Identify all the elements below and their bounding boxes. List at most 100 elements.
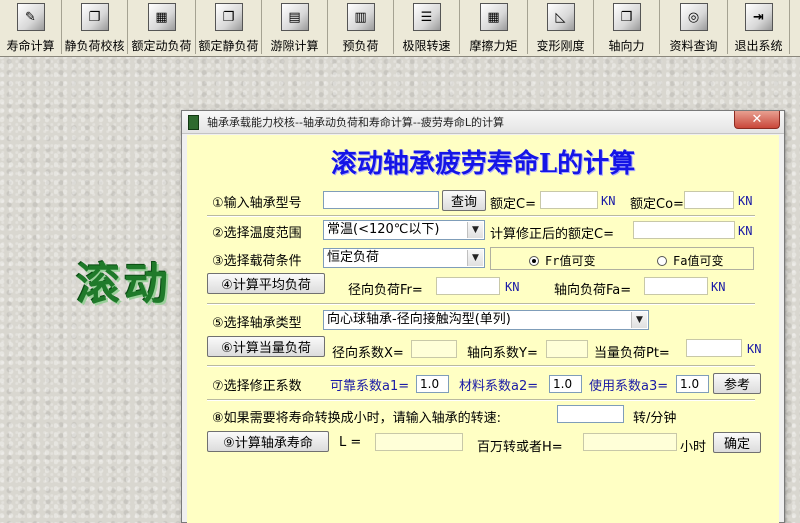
background-title: 滚动 <box>76 259 172 310</box>
exit-icon: ⇥ <box>744 3 773 31</box>
close-button[interactable]: ✕ <box>734 111 780 129</box>
radio-fr-label: Fr值可变 <box>545 254 596 268</box>
toolbar-button[interactable]: ◎ 资料查询 <box>660 0 728 54</box>
toolbar-button-label: 退出系统 <box>734 39 783 53</box>
life-l-label: L = <box>339 435 362 450</box>
rated-co-field[interactable] <box>684 191 734 209</box>
rated-c-label: 额定C= <box>490 197 536 212</box>
life-calculation-dialog: 轴承承载能力校核--轴承动负荷和寿命计算--疲劳寿命L的计算 ✕ 滚动轴承疲劳寿… <box>181 110 785 523</box>
toolbar-button-label: 游隙计算 <box>270 39 319 53</box>
ruler-icon: ◺ <box>546 3 575 31</box>
toolbar-button[interactable]: ❒ 轴向力 <box>594 0 660 54</box>
speed-unit: 转/分钟 <box>633 411 677 426</box>
toolbar-button[interactable]: ▦ 摩擦力矩 <box>460 0 528 54</box>
calc-average-load-button[interactable]: ④计算平均负荷 <box>207 273 325 294</box>
equivalent-load-unit: KN <box>747 342 762 356</box>
radio-fr-variable[interactable]: Fr值可变 <box>529 252 595 269</box>
reliability-factor-label: 可靠系数a1= <box>330 379 410 394</box>
toolbar-button-label: 变形刚度 <box>536 39 585 53</box>
axial-factor-label: 轴向系数Y= <box>467 346 538 361</box>
app-icon <box>188 114 199 130</box>
radial-load-label: 径向负荷Fr= <box>348 283 423 298</box>
load-condition-selected: 恒定负荷 <box>327 250 380 265</box>
close-icon: ✕ <box>751 112 763 127</box>
radio-dot <box>657 255 667 266</box>
toolbar-button[interactable]: ❐ 额定静负荷 <box>196 0 262 54</box>
toolbar-button[interactable]: ◺ 变形刚度 <box>528 0 594 54</box>
toolbar-button-label: 额定静负荷 <box>198 39 259 53</box>
toolbar-button-label: 轴向力 <box>608 39 645 53</box>
life-l-field[interactable] <box>375 433 463 451</box>
chevron-down-icon: ▼ <box>467 250 483 266</box>
bearing-type-label: ⑤选择轴承类型 <box>212 316 302 331</box>
axial-load-unit: KN <box>711 280 726 294</box>
corrected-c-unit: KN <box>738 224 753 238</box>
usage-factor-label: 使用系数a3= <box>589 379 669 394</box>
grid-icon: ▦ <box>479 3 508 31</box>
reference-button[interactable]: 参考 <box>713 373 761 394</box>
radial-load-field[interactable] <box>436 277 500 295</box>
calc-equivalent-load-button[interactable]: ⑥计算当量负荷 <box>207 336 325 357</box>
life-h-label: 百万转或者H= <box>477 440 563 455</box>
rotation-speed-input[interactable] <box>557 405 624 423</box>
toolbar-button-label: 极限转速 <box>402 39 451 53</box>
list-icon: ☰ <box>412 3 441 31</box>
rated-co-unit: KN <box>738 194 753 208</box>
dialog-client-area: 滚动轴承疲劳寿命L的计算 ①输入轴承型号 查询 额定C= KN 额定Co= KN… <box>187 135 779 523</box>
document-icon: ▤ <box>280 3 309 31</box>
toolbar-button[interactable]: ☰ 极限转速 <box>394 0 460 54</box>
radio-fa-variable[interactable]: Fa值可变 <box>657 252 723 269</box>
rated-co-label: 额定Co= <box>630 197 684 212</box>
axial-load-field[interactable] <box>644 277 708 295</box>
axial-factor-field[interactable] <box>546 340 588 358</box>
radial-factor-label: 径向系数X= <box>332 346 404 361</box>
window-icon: ❒ <box>612 3 641 31</box>
chevron-down-icon: ▼ <box>631 312 647 328</box>
material-factor-label: 材料系数a2= <box>459 379 539 394</box>
edit-icon: ✎ <box>16 3 45 31</box>
grid-icon: ▥ <box>346 3 375 31</box>
life-h-field[interactable] <box>583 433 677 451</box>
equivalent-load-label: 当量负荷Pt= <box>594 346 670 361</box>
rated-c-field[interactable] <box>540 191 598 209</box>
reliability-factor-field[interactable]: 1.0 <box>416 375 449 393</box>
toolbar-button[interactable]: ⇥ 退出系统 <box>728 0 790 54</box>
dialog-titlebar[interactable]: 轴承承载能力校核--轴承动负荷和寿命计算--疲劳寿命L的计算 ✕ <box>182 111 784 134</box>
bearing-type-selected: 向心球轴承-径向接触沟型(单列) <box>327 312 511 327</box>
temperature-selected: 常温(<120℃以下) <box>327 222 440 237</box>
divider <box>207 215 755 217</box>
speed-prompt-label: ⑧如果需要将寿命转换成小时，请输入轴承的转速: <box>212 411 502 426</box>
usage-factor-field[interactable]: 1.0 <box>676 375 709 393</box>
divider <box>207 399 755 401</box>
query-button[interactable]: 查询 <box>442 190 486 211</box>
load-condition-select[interactable]: 恒定负荷 ▼ <box>323 248 485 268</box>
material-factor-field[interactable]: 1.0 <box>549 375 582 393</box>
toolbar-button[interactable]: ▤ 游隙计算 <box>262 0 328 54</box>
rated-c-unit: KN <box>601 194 616 208</box>
radial-load-unit: KN <box>505 280 520 294</box>
bearing-model-label: ①输入轴承型号 <box>212 196 302 211</box>
radio-fa-label: Fa值可变 <box>673 254 724 268</box>
toolbar-button[interactable]: ❐ 静负荷校核 <box>62 0 128 54</box>
temperature-select[interactable]: 常温(<120℃以下) ▼ <box>323 220 485 240</box>
corrected-c-field[interactable] <box>633 221 735 239</box>
toolbar-button[interactable]: ✎ 寿命计算 <box>0 0 62 54</box>
hours-unit: 小时 <box>680 440 707 455</box>
main-toolbar: ✎ 寿命计算 ❐ 静负荷校核 ▦ 额定动负荷 ❐ 额定静负荷 ▤ 游隙计算 ▥ 预负荷 ☰ 极限转速 ▦ 摩擦… <box>0 0 800 57</box>
toolbar-button-label: 额定动负荷 <box>131 39 192 53</box>
confirm-button[interactable]: 确定 <box>713 432 761 453</box>
toolbar-button[interactable]: ▥ 预负荷 <box>328 0 394 54</box>
radial-factor-field[interactable] <box>411 340 457 358</box>
copy-icon: ❐ <box>214 3 243 31</box>
calculator-icon: ▦ <box>147 3 176 31</box>
toolbar-button[interactable]: ▦ 额定动负荷 <box>128 0 196 54</box>
bearing-model-input[interactable] <box>323 191 439 209</box>
bearing-type-select[interactable]: 向心球轴承-径向接触沟型(单列) ▼ <box>323 310 649 330</box>
radio-dot <box>529 255 539 266</box>
calc-bearing-life-button[interactable]: ⑨计算轴承寿命 <box>207 431 329 452</box>
equivalent-load-field[interactable] <box>686 339 742 357</box>
copy-icon: ❐ <box>80 3 109 31</box>
load-condition-label: ③选择载荷条件 <box>212 254 302 269</box>
temperature-label: ②选择温度范围 <box>212 226 302 241</box>
toolbar-button-label: 摩擦力矩 <box>469 39 518 53</box>
